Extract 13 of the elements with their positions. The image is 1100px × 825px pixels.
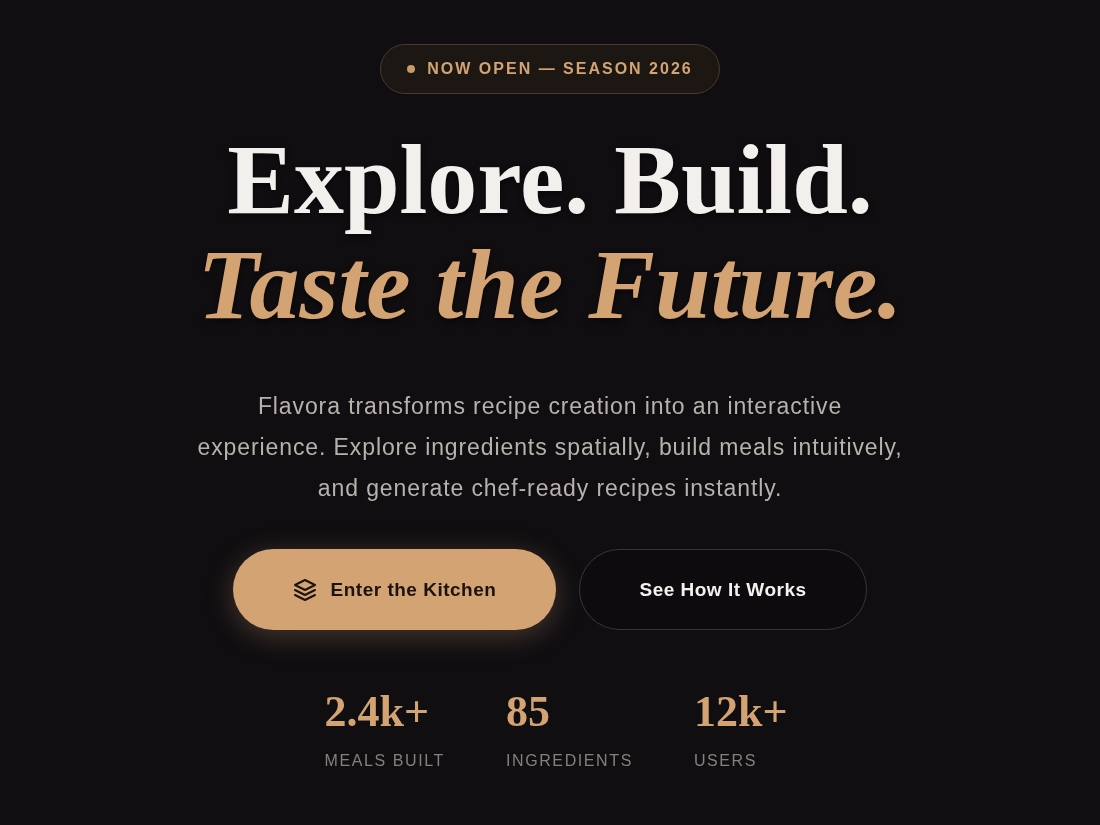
stat-label: INGREDIENTS bbox=[505, 752, 633, 770]
stat-value: 85 bbox=[505, 688, 550, 736]
stat-value: 12k+ bbox=[693, 688, 788, 736]
badge-text: NOW OPEN — SEASON 2026 bbox=[427, 60, 693, 78]
see-how-button[interactable]: See How It Works bbox=[579, 549, 867, 630]
layers-icon bbox=[292, 577, 317, 602]
description-text: Flavora transforms recipe creation into an interactive experience. Explore ingredients spatially, build meals intuitively, and generate chef-ready recipes instantly. bbox=[196, 392, 904, 503]
headline-text: Explore. Build. bbox=[227, 126, 873, 234]
dot-icon bbox=[407, 65, 416, 73]
stat-label: MEALS BUILT bbox=[324, 752, 445, 770]
enter-kitchen-button[interactable]: Enter the Kitchen bbox=[233, 549, 556, 630]
stat-label: USERS bbox=[693, 752, 758, 770]
stat-value: 2.4k+ bbox=[324, 688, 430, 736]
